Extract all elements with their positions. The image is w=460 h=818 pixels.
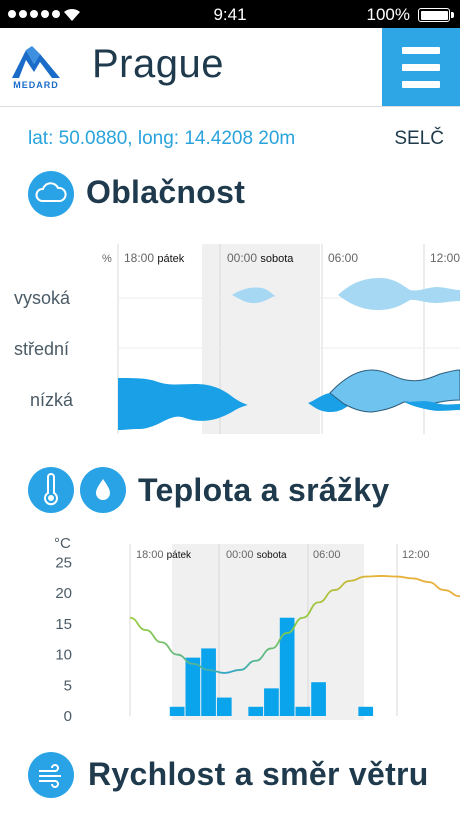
precipitation-bar: [185, 657, 201, 716]
y-tick-label: 20: [55, 585, 72, 602]
time-label: 00:00 sobota: [227, 251, 294, 265]
status-bar: 9:41 100%: [0, 0, 460, 28]
temperature-section-title: Teplota a srážky: [138, 472, 390, 508]
precipitation-bar: [216, 697, 232, 716]
y-tick-label: 0: [64, 708, 72, 725]
precipitation-bar: [358, 706, 374, 716]
timezone-label: SELČ: [394, 128, 444, 149]
time-label: 12:00: [402, 549, 430, 561]
precipitation-bar: [311, 682, 326, 716]
high-cloud-band: [338, 278, 460, 310]
precipitation-section-icon: [80, 467, 126, 513]
y-axis-unit: °C: [54, 535, 71, 552]
level-label-mid: střední: [14, 339, 70, 359]
cloud-section-icon: [28, 171, 74, 217]
level-label-low: nízká: [30, 390, 74, 410]
time-label: 06:00: [328, 251, 358, 265]
precipitation-bar: [264, 688, 279, 716]
wind-icon: [39, 764, 61, 788]
y-tick-label: 10: [55, 647, 72, 664]
precipitation-bar: [169, 706, 185, 716]
temperature-precipitation-chart: 0 5 10 15 20 25 °C 18:00 pátek 00:00 sobota 0…: [54, 535, 460, 725]
precipitation-bar: [201, 648, 216, 716]
menu-icon: [402, 47, 440, 54]
mountain-logo-icon: [12, 46, 60, 78]
logo-text: MEDARD: [13, 80, 59, 90]
location-coordinates[interactable]: lat: 50.0880, long: 14.4208 20m: [28, 128, 295, 150]
wind-section-title: Rychlost a směr větru: [88, 756, 429, 792]
raindrop-icon: [96, 479, 110, 500]
app-header: MEDARD Prague: [0, 28, 460, 107]
time-label: 00:00 sobota: [226, 549, 287, 561]
city-title: Prague: [92, 42, 224, 86]
precipitation-bar: [248, 706, 264, 716]
clouds-section-title: Oblačnost: [86, 174, 246, 210]
thermometer-icon: [44, 473, 58, 506]
cloud-icon: [35, 182, 67, 202]
time-label: 18:00 pátek: [124, 251, 185, 265]
medard-logo: MEDARD: [10, 42, 62, 94]
y-tick-label: 25: [55, 554, 72, 571]
temperature-section-icon: [28, 467, 74, 513]
time-label: 06:00: [313, 549, 341, 561]
battery-percentage: 100%: [366, 5, 410, 24]
precipitation-bar: [295, 706, 311, 716]
time-label: 18:00 pátek: [136, 549, 192, 561]
menu-button[interactable]: [382, 28, 460, 106]
level-label-high: vysoká: [14, 288, 71, 308]
wind-section-icon: [28, 752, 74, 798]
time-label: 12:00: [430, 251, 460, 265]
y-tick-label: 5: [64, 677, 72, 694]
cloud-unit: %: [102, 253, 112, 265]
battery-icon: [418, 8, 454, 22]
low-cloud-band: [404, 401, 460, 411]
y-tick-label: 15: [55, 616, 72, 633]
